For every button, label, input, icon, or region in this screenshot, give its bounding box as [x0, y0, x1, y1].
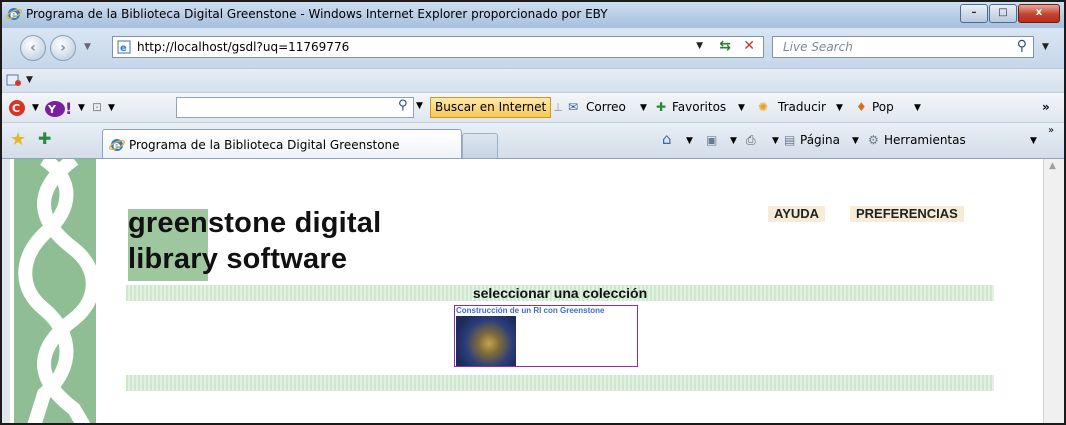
svg-text:Y: Y [47, 103, 57, 116]
new-tab-button[interactable] [462, 133, 498, 159]
tab-label[interactable]: Programa de la Biblioteca Digital Greens… [129, 138, 400, 152]
pop-button[interactable]: Pop [872, 100, 894, 114]
collection-thumbnail[interactable] [456, 316, 516, 366]
correo-dropdown-icon[interactable]: ▼ [640, 103, 647, 113]
traducir-dropdown-icon[interactable]: ▼ [836, 103, 843, 113]
svg-text:e: e [120, 43, 127, 54]
section-band: seleccionar una colección [126, 285, 994, 301]
rope-decoration-icon [18, 159, 96, 423]
logo-line-1: greenstone digital [128, 207, 382, 239]
bottom-band [126, 375, 994, 391]
feeds-dropdown-icon[interactable]: ▼ [730, 136, 737, 146]
page-icon: e [117, 40, 131, 54]
pagina-dropdown-icon[interactable]: ▼ [852, 136, 859, 146]
ie-tab-icon: e [109, 139, 125, 152]
address-row: ‹ › ▼ e http://localhost/gsdl?uq=1176977… [2, 28, 1064, 68]
favoritos-icon[interactable]: ✚ [656, 100, 666, 114]
bookmark-icon[interactable]: ⊡ [92, 100, 102, 114]
feeds-icon[interactable] [6, 72, 22, 88]
search-dropdown-icon[interactable]: ▼ [1042, 42, 1049, 52]
links-toolbar: ▼ [2, 68, 1064, 93]
search-icon[interactable]: ⚲ [1017, 38, 1027, 54]
traducir-icon[interactable]: ✺ [758, 100, 768, 114]
ie-logo-icon: e [6, 8, 22, 21]
yahoo-search-icon[interactable]: ⚲ [398, 98, 408, 113]
favoritos-button[interactable]: Favoritos [672, 100, 726, 114]
back-button[interactable]: ‹ [20, 35, 46, 61]
logo-line-2: library software [128, 243, 348, 275]
title-bar: e Programa de la Biblioteca Digital Gree… [2, 2, 1064, 28]
stop-icon[interactable]: ✕ [743, 38, 755, 54]
yahoo-dropdown-icon[interactable]: ▼ [78, 103, 85, 113]
forward-arrow-icon: › [60, 40, 66, 56]
home-icon[interactable]: ⌂ [662, 130, 672, 148]
url-text[interactable]: http://localhost/gsdl?uq=11769776 [137, 40, 349, 54]
search-box[interactable]: Live Search ⚲ [772, 36, 1034, 58]
home-dropdown-icon[interactable]: ▼ [686, 136, 693, 146]
page-menu-icon[interactable]: ▤ [784, 133, 795, 147]
browser-window: e Programa de la Biblioteca Digital Gree… [0, 0, 1066, 425]
address-bar[interactable]: e http://localhost/gsdl?uq=11769776 ▼ ⇆ … [112, 36, 764, 58]
favoritos-dropdown-icon[interactable]: ▼ [738, 103, 745, 113]
command-more-icon[interactable]: » [1048, 125, 1054, 136]
pop-dropdown-icon[interactable]: ▼ [914, 103, 921, 113]
bookmark-dropdown-icon[interactable]: ▼ [108, 103, 115, 113]
svg-text:C: C [12, 102, 20, 115]
page-content: greenstone digital library software AYUD… [2, 158, 1064, 423]
scroll-up-icon[interactable]: ▲ [1049, 161, 1056, 171]
buscar-en-internet-button[interactable]: Buscar en Internet [430, 97, 552, 118]
search-placeholder[interactable]: Live Search [783, 40, 853, 54]
c-dropdown-icon[interactable]: ▼ [32, 103, 39, 113]
yahoo-search-input[interactable] [176, 97, 414, 118]
add-favorite-icon[interactable]: ✚ [38, 129, 51, 148]
close-button[interactable]: x [1018, 4, 1060, 23]
address-dropdown-icon[interactable]: ▼ [696, 41, 703, 51]
c-logo-icon[interactable]: C [8, 99, 26, 117]
yahoo-logo-icon[interactable]: Y ! [44, 97, 74, 119]
yahoo-toolbar: C ▼ Y ! ▼ ⊡ ▼ ⚲ ▼ Buscar en Internet ⟂ ✉… [2, 92, 1064, 123]
herramientas-menu[interactable]: Herramientas [884, 133, 966, 147]
forward-button[interactable]: › [50, 35, 76, 61]
maximize-button[interactable]: □ [989, 4, 1017, 23]
window-title: Programa de la Biblioteca Digital Greens… [26, 7, 608, 21]
herramientas-dropdown-icon[interactable]: ▼ [1030, 136, 1037, 146]
mail-icon[interactable]: ✉ [568, 100, 578, 114]
tools-gear-icon[interactable]: ⚙ [868, 133, 879, 147]
help-link[interactable]: AYUDA [768, 206, 826, 222]
window-controls: – □ x [959, 4, 1060, 23]
preferences-link[interactable]: PREFERENCIAS [850, 206, 964, 222]
vertical-scrollbar[interactable]: ▲ [1043, 159, 1064, 423]
print-icon[interactable]: ⎙ [746, 133, 756, 148]
refresh-icon[interactable]: ⇆ [719, 38, 731, 54]
history-dropdown-icon[interactable]: ▼ [84, 42, 91, 52]
favorites-center-icon[interactable]: ★ [10, 129, 26, 150]
feeds-button-icon[interactable]: ▣ [706, 133, 717, 147]
print-dropdown-icon[interactable]: ▼ [772, 136, 779, 146]
minimize-button[interactable]: – [960, 4, 988, 23]
pagina-menu[interactable]: Página [800, 133, 840, 147]
tab-row: ★ ✚ e Programa de la Biblioteca Digital … [2, 122, 1064, 159]
yahoo-search-dropdown-icon[interactable]: ▼ [416, 101, 423, 111]
svg-text:!: ! [65, 99, 72, 118]
traducir-button[interactable]: Traducir [778, 100, 826, 114]
collection-title[interactable]: Construcción de un RI con Greenstone [456, 306, 604, 315]
toolbar-more-icon[interactable]: » [1042, 100, 1050, 114]
separator-icon: ⟂ [554, 100, 563, 114]
pop-icon[interactable]: ♦ [856, 100, 867, 114]
collection-link[interactable]: Construcción de un RI con Greenstone [454, 305, 638, 367]
back-arrow-icon: ‹ [30, 40, 36, 56]
section-title: seleccionar una colección [472, 285, 648, 301]
correo-button[interactable]: Correo [586, 100, 626, 114]
tab-active[interactable]: e Programa de la Biblioteca Digital Gree… [102, 129, 462, 159]
frame-left-edge [2, 159, 10, 423]
toolbar-dropdown-icon[interactable]: ▼ [26, 75, 33, 85]
